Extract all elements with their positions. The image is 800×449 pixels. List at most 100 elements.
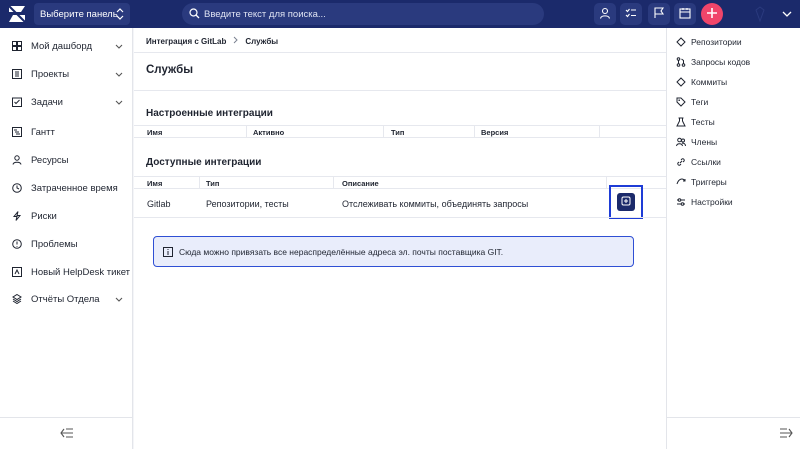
clock-icon [12, 183, 22, 193]
user-button[interactable] [594, 3, 616, 25]
tag-icon [676, 97, 686, 107]
right-sidebar-item-links[interactable]: Ссылки [667, 153, 800, 171]
column-divider [199, 177, 200, 189]
sidebar-item-time[interactable]: Затраченное время [0, 177, 133, 199]
logo-icon[interactable] [0, 0, 34, 28]
right-sidebar-label: Теги [691, 97, 709, 107]
column-header[interactable]: Описание [342, 179, 379, 188]
checklist-icon [625, 7, 637, 21]
commit-icon [676, 77, 686, 87]
divider [134, 90, 666, 91]
right-sidebar-item-tests[interactable]: Тесты [667, 113, 800, 131]
available-integrations-title: Доступные интеграции [146, 157, 262, 168]
right-sidebar-item-triggers[interactable]: Триггеры [667, 173, 800, 191]
integration-description: Отслеживать коммиты, объединять запросы [342, 199, 529, 209]
main-content: Интеграция с GitLab Службы Службы Настро… [134, 28, 666, 449]
calendar-icon [679, 7, 691, 21]
info-icon [163, 246, 173, 257]
divider [134, 52, 666, 53]
right-sidebar-item-members[interactable]: Члены [667, 133, 800, 151]
calendar-button[interactable] [674, 3, 696, 25]
right-sidebar-footer [667, 417, 800, 449]
risk-icon [12, 211, 22, 221]
plus-icon [706, 7, 718, 21]
sidebar-item-label: Задачи [31, 96, 63, 108]
search-icon [189, 8, 200, 22]
sidebar-item-risks[interactable]: Риски [0, 205, 133, 227]
collapse-right-icon[interactable] [779, 428, 793, 440]
chevron-down-icon [115, 295, 123, 306]
sidebar-item-label: Затраченное время [31, 182, 118, 194]
sidebar-item-dashboard[interactable]: Мой дашборд [0, 35, 133, 57]
user-icon [599, 7, 611, 21]
sidebar: Мой дашборд Проекты Задачи Гантт Ресурсы… [0, 28, 133, 449]
right-sidebar-label: Настройки [691, 197, 733, 207]
right-sidebar-item-merge-requests[interactable]: Запросы кодов [667, 53, 800, 71]
sidebar-item-helpdesk[interactable]: Новый HelpDesk тикет [0, 261, 133, 283]
members-icon [676, 137, 686, 147]
column-divider [474, 126, 475, 138]
sidebar-item-resources[interactable]: Ресурсы [0, 149, 133, 171]
sidebar-item-problems[interactable]: Проблемы [0, 233, 133, 255]
panel-select-label: Выберите панель [40, 8, 118, 20]
breadcrumb-current: Службы [245, 36, 279, 46]
integration-name: Gitlab [147, 199, 171, 209]
column-header[interactable]: Активно [253, 128, 284, 137]
sidebar-item-reports[interactable]: Отчёты Отдела [0, 288, 133, 310]
collapse-left-icon [59, 427, 74, 440]
configured-integrations-title: Настроенные интеграции [146, 108, 273, 119]
page-title: Службы [146, 64, 194, 76]
resources-icon [12, 155, 22, 165]
collapse-sidebar-button[interactable] [0, 417, 133, 449]
right-sidebar-label: Члены [691, 137, 718, 147]
right-sidebar-item-commits[interactable]: Коммиты [667, 73, 800, 91]
repository-icon [676, 37, 686, 47]
column-header[interactable]: Версия [481, 128, 508, 137]
search-input[interactable]: Введите текст для поиска... [182, 3, 544, 25]
checklist-button[interactable] [620, 3, 642, 25]
right-sidebar: Репозитории Запросы кодов Коммиты Теги Т… [666, 28, 800, 449]
configured-table-header: Имя Активно Тип Версия [134, 125, 666, 138]
gantt-icon [12, 127, 22, 137]
right-sidebar-label: Запросы кодов [691, 57, 751, 67]
add-icon [621, 196, 631, 208]
helpdesk-icon [12, 267, 22, 277]
top-bar: Выберите панель Введите текст для поиска… [0, 0, 800, 28]
sidebar-item-label: Риски [31, 210, 57, 222]
chevron-down-icon [115, 98, 123, 109]
chevron-down-icon [115, 70, 123, 81]
panel-select[interactable]: Выберите панель [34, 3, 130, 25]
right-sidebar-label: Тесты [691, 117, 715, 127]
column-header[interactable]: Тип [206, 179, 219, 188]
add-integration-button[interactable] [617, 193, 635, 211]
merge-request-icon [676, 57, 686, 67]
sidebar-item-tasks[interactable]: Задачи [0, 91, 133, 113]
chevron-down-icon [115, 42, 123, 53]
sidebar-item-label: Ресурсы [31, 154, 69, 166]
sidebar-item-gantt[interactable]: Гантт [0, 121, 133, 143]
projects-icon [12, 69, 22, 79]
trigger-icon [676, 177, 686, 187]
right-sidebar-item-repositories[interactable]: Репозитории [667, 33, 800, 51]
breadcrumb-parent[interactable]: Интеграция с GitLab [146, 37, 226, 46]
column-header[interactable]: Тип [391, 128, 404, 137]
right-sidebar-item-tags[interactable]: Теги [667, 93, 800, 111]
sidebar-item-projects[interactable]: Проекты [0, 63, 133, 85]
user-menu-button[interactable] [776, 3, 798, 25]
column-divider [246, 126, 247, 138]
tasks-icon [12, 97, 22, 107]
sidebar-item-label: Проблемы [31, 238, 78, 250]
column-header[interactable]: Имя [147, 179, 162, 188]
info-message-text: Сюда можно привязать все нераспределённы… [179, 246, 504, 257]
right-sidebar-item-settings[interactable]: Настройки [667, 193, 800, 211]
integration-type: Репозитории, тесты [206, 199, 289, 209]
column-divider [383, 126, 384, 138]
column-divider [333, 177, 334, 189]
sidebar-item-label: Проекты [31, 68, 70, 80]
problem-icon [12, 239, 22, 249]
flag-button[interactable] [648, 3, 670, 25]
column-header[interactable]: Имя [147, 128, 162, 137]
create-button[interactable] [701, 3, 723, 25]
column-divider [599, 126, 600, 138]
avatar-icon[interactable] [754, 4, 766, 24]
